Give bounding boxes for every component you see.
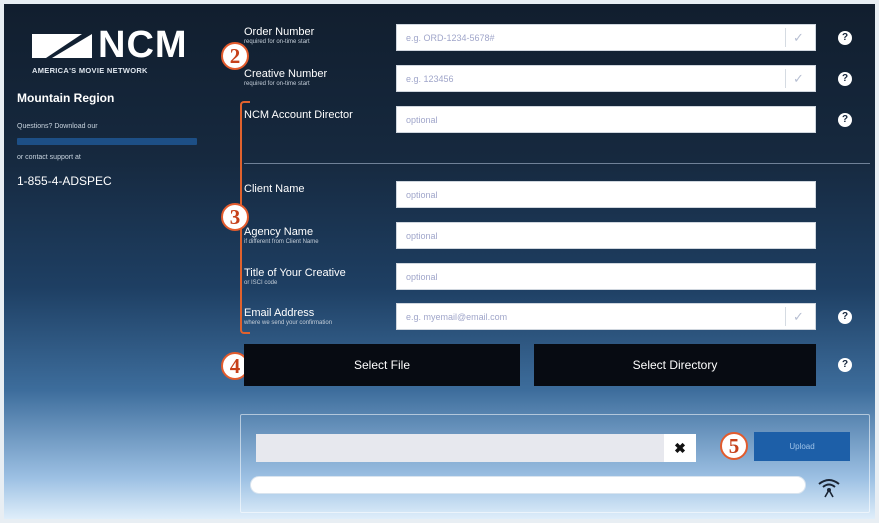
- selected-file-field[interactable]: [256, 434, 664, 462]
- section-divider: [244, 163, 870, 164]
- agency-name-input[interactable]: optional: [396, 222, 816, 249]
- clear-file-button[interactable]: ✖: [664, 434, 696, 462]
- help-icon[interactable]: ?: [838, 72, 852, 86]
- support-phone: 1-855-4-ADSPEC: [17, 174, 112, 188]
- checkmark-icon: ✓: [785, 307, 811, 326]
- select-directory-button[interactable]: Select Directory: [534, 344, 816, 386]
- account-director-label: NCM Account Director: [244, 109, 353, 121]
- help-icon[interactable]: ?: [838, 310, 852, 324]
- wifi-icon: [818, 479, 840, 498]
- contact-text: or contact support at: [17, 154, 81, 161]
- region-title: Mountain Region: [17, 91, 115, 105]
- annotation-badge-2: 2: [221, 42, 249, 70]
- client-name-input[interactable]: optional: [396, 181, 816, 208]
- help-icon[interactable]: ?: [838, 358, 852, 372]
- questions-text: Questions? Download our: [17, 123, 98, 130]
- upload-panel: [240, 414, 870, 513]
- order-number-placeholder: e.g. ORD-1234-5678#: [406, 33, 495, 43]
- creative-title-input[interactable]: optional: [396, 263, 816, 290]
- help-icon[interactable]: ?: [838, 113, 852, 127]
- ncm-logo: NCM AMERICA'S MOVIE NETWORK: [32, 24, 202, 75]
- email-placeholder: e.g. myemail@email.com: [406, 312, 508, 322]
- logo-tagline: AMERICA'S MOVIE NETWORK: [32, 66, 148, 75]
- creative-number-placeholder: e.g. 123456: [406, 74, 454, 84]
- agency-name-label: Agency Name if different from Client Nam…: [244, 226, 319, 245]
- order-number-input[interactable]: e.g. ORD-1234-5678# ✓: [396, 24, 816, 51]
- creative-title-label: Title of Your Creative or ISCI code: [244, 267, 346, 286]
- account-director-placeholder: optional: [406, 115, 438, 125]
- client-name-placeholder: optional: [406, 190, 438, 200]
- agency-name-placeholder: optional: [406, 231, 438, 241]
- upload-progress-bar: [250, 476, 806, 494]
- logo-text: NCM: [98, 24, 188, 66]
- upload-button[interactable]: Upload: [754, 432, 850, 461]
- email-input[interactable]: e.g. myemail@email.com ✓: [396, 303, 816, 330]
- creative-number-input[interactable]: e.g. 123456 ✓: [396, 65, 816, 92]
- help-icon[interactable]: ?: [838, 31, 852, 45]
- creative-title-placeholder: optional: [406, 272, 438, 282]
- checkmark-icon: ✓: [785, 69, 811, 88]
- download-link[interactable]: [17, 138, 197, 145]
- app-window: NCM AMERICA'S MOVIE NETWORK Mountain Reg…: [4, 4, 875, 519]
- email-label: Email Address where we send your confirm…: [244, 307, 333, 326]
- checkmark-icon: ✓: [785, 28, 811, 47]
- order-number-label: Order Number required for on-time start: [244, 26, 315, 45]
- creative-number-label: Creative Number required for on-time sta…: [244, 68, 328, 87]
- account-director-input[interactable]: optional: [396, 106, 816, 133]
- select-file-button[interactable]: Select File: [244, 344, 520, 386]
- client-name-label: Client Name: [244, 183, 305, 195]
- logo-mark-icon: [32, 34, 92, 58]
